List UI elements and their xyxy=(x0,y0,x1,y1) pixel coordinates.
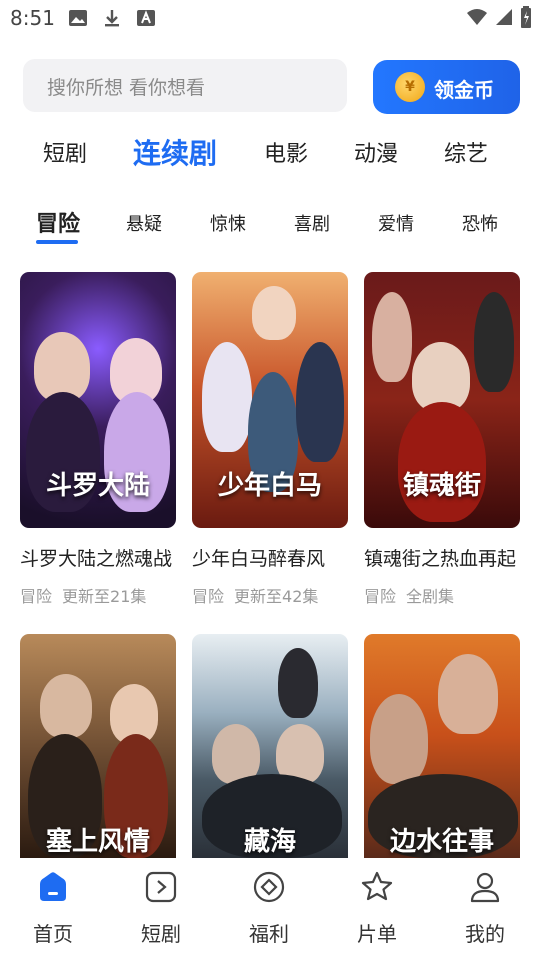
poster-image: 少年白马 xyxy=(192,272,348,528)
subtab-adventure[interactable]: 冒险 xyxy=(36,206,80,238)
poster-title: 藏海 xyxy=(243,827,296,857)
drama-genre: 冒险 xyxy=(192,587,225,606)
search-input[interactable]: 搜你所想 看你想看 xyxy=(23,59,347,112)
image-notification-icon xyxy=(69,10,87,26)
subtab-horror[interactable]: 恐怖 xyxy=(462,210,498,236)
drama-genre: 冒险 xyxy=(20,587,53,606)
nav-label: 片单 xyxy=(357,922,397,946)
drama-genre: 冒险 xyxy=(364,587,397,606)
tab-movies[interactable]: 电影 xyxy=(264,136,308,168)
drama-meta: 冒险 全剧集 xyxy=(364,583,520,607)
coin-icon: ¥ xyxy=(395,72,425,102)
status-time: 8:51 xyxy=(10,6,55,30)
drama-status: 更新至21集 xyxy=(62,587,147,606)
wifi-icon xyxy=(467,9,487,25)
bottom-navigation: 首页 短剧 福利 片单 我的 xyxy=(0,858,540,960)
status-bar: 8:51 xyxy=(0,0,540,36)
drama-title: 镇魂街之热血再起 xyxy=(364,548,517,570)
nav-label: 福利 xyxy=(249,922,289,946)
subtab-mystery[interactable]: 悬疑 xyxy=(126,210,162,236)
drama-card[interactable]: 少年白马 少年白马醉春风 冒险 更新至42集 xyxy=(192,272,348,607)
nav-benefits[interactable]: 福利 xyxy=(229,870,309,947)
gift-diamond-icon xyxy=(253,871,285,903)
subtab-thriller[interactable]: 惊悚 xyxy=(210,210,246,236)
nav-label: 首页 xyxy=(33,922,73,946)
nav-label: 我的 xyxy=(465,922,505,946)
user-icon xyxy=(470,872,500,903)
poster-image: 边水往事 xyxy=(364,634,520,858)
poster-image: 藏海 xyxy=(192,634,348,858)
poster-title: 边水往事 xyxy=(389,827,494,857)
star-icon xyxy=(361,871,393,901)
poster-image: 塞上风情 xyxy=(20,634,176,858)
category-tabs: 短剧 连续剧 电影 动漫 综艺 xyxy=(0,130,540,174)
nav-label: 短剧 xyxy=(141,922,181,946)
nav-playlist[interactable]: 片单 xyxy=(337,870,417,947)
poster-title: 斗罗大陆 xyxy=(45,471,150,501)
battery-icon xyxy=(521,6,531,28)
earn-coins-button[interactable]: ¥ 领金币 xyxy=(373,60,520,114)
nav-profile[interactable]: 我的 xyxy=(445,870,525,947)
tab-short-drama[interactable]: 短剧 xyxy=(43,136,87,168)
drama-card[interactable]: 塞上风情 xyxy=(20,634,176,858)
drama-title: 少年白马醉春风 xyxy=(192,548,326,570)
poster-title: 少年白马 xyxy=(217,471,322,501)
drama-card[interactable]: 边水往事 xyxy=(364,634,520,858)
drama-status: 全剧集 xyxy=(406,587,455,606)
poster-image: 镇魂街 xyxy=(364,272,520,528)
subtab-comedy[interactable]: 喜剧 xyxy=(294,210,330,236)
home-icon xyxy=(40,872,66,901)
play-square-icon xyxy=(145,871,177,903)
genre-tabs: 冒险 悬疑 惊悚 喜剧 爱情 恐怖 xyxy=(0,204,540,244)
poster-image: 斗罗大陆 xyxy=(20,272,176,528)
tab-variety[interactable]: 综艺 xyxy=(444,136,488,168)
drama-meta: 冒险 更新至42集 xyxy=(192,583,348,607)
search-placeholder: 搜你所想 看你想看 xyxy=(47,77,206,99)
drama-title: 斗罗大陆之燃魂战 xyxy=(20,548,173,570)
drama-status: 更新至42集 xyxy=(234,587,319,606)
nav-home[interactable]: 首页 xyxy=(13,870,93,947)
tab-series[interactable]: 连续剧 xyxy=(133,132,217,172)
drama-card[interactable]: 斗罗大陆 斗罗大陆之燃魂战 冒险 更新至21集 xyxy=(20,272,176,607)
tab-anime[interactable]: 动漫 xyxy=(354,136,398,168)
nav-short-drama[interactable]: 短剧 xyxy=(121,870,201,947)
signal-icon xyxy=(496,9,512,25)
download-icon xyxy=(105,10,119,27)
earn-coins-label: 领金币 xyxy=(434,78,494,102)
subtab-romance[interactable]: 爱情 xyxy=(378,210,414,236)
drama-card[interactable]: 藏海 xyxy=(192,634,348,858)
poster-title: 塞上风情 xyxy=(45,827,150,857)
drama-meta: 冒险 更新至21集 xyxy=(20,583,176,607)
app-notification-icon xyxy=(137,10,155,26)
active-subtab-indicator xyxy=(36,240,78,244)
poster-title: 镇魂街 xyxy=(402,471,481,501)
drama-card[interactable]: 镇魂街 镇魂街之热血再起 冒险 全剧集 xyxy=(364,272,520,607)
